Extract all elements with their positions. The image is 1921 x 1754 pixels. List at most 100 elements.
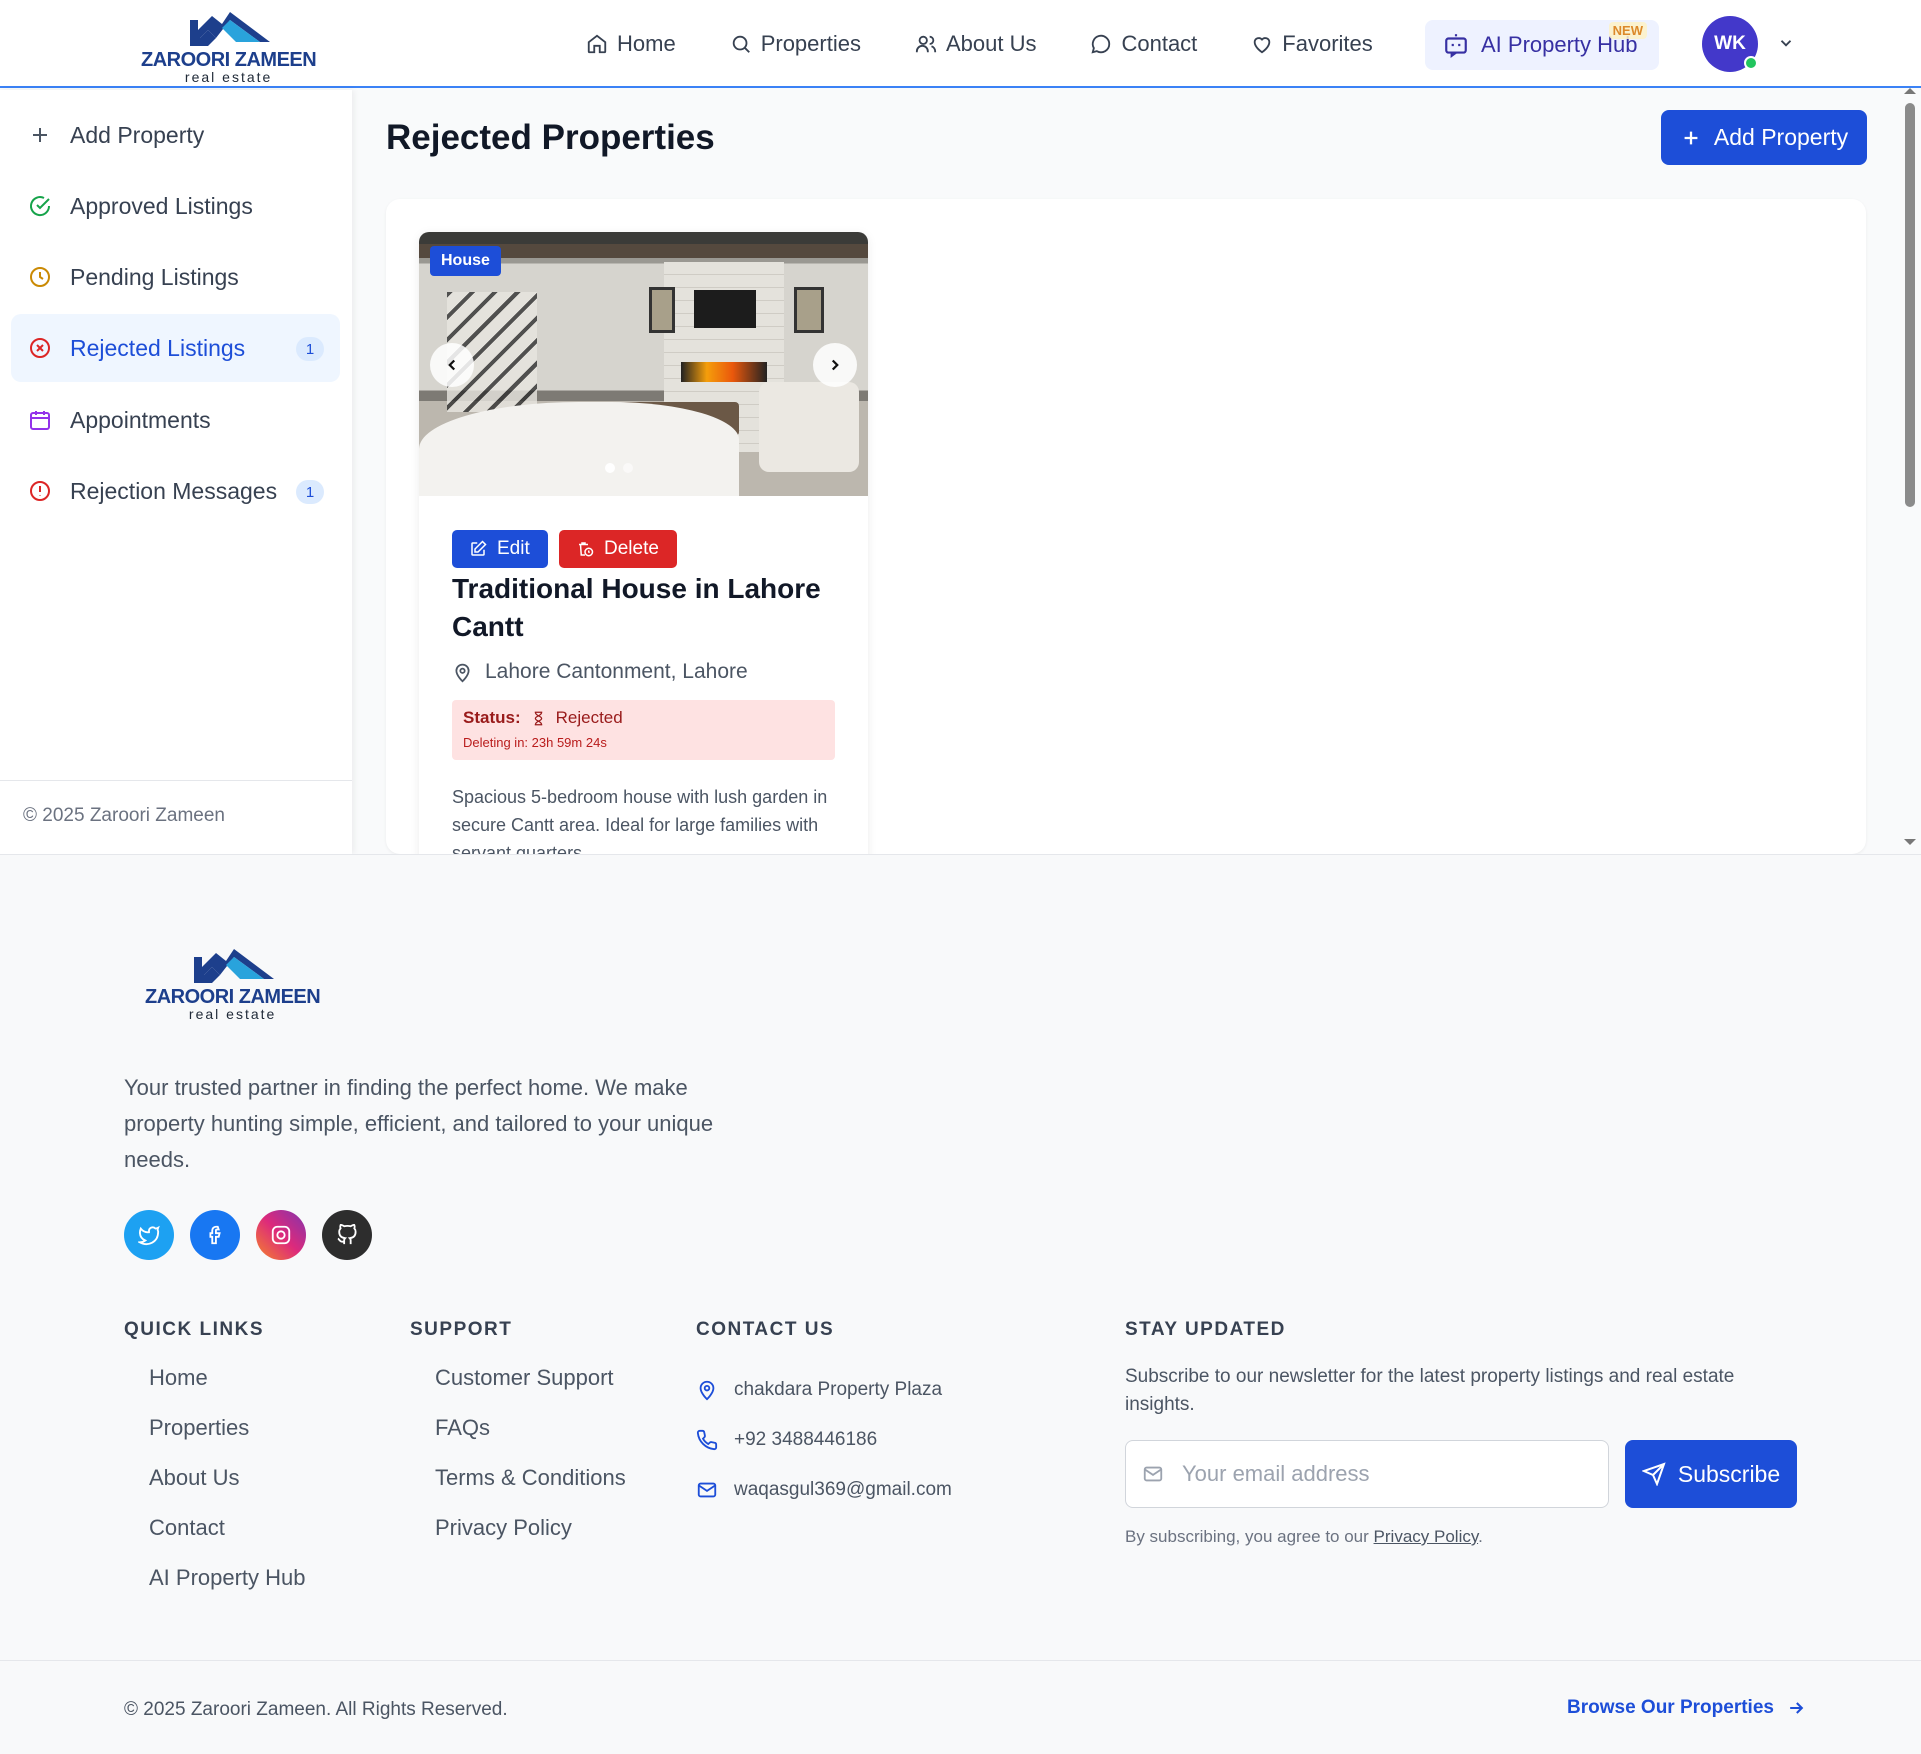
clock-icon	[30, 267, 50, 287]
support-links-list: Customer Support FAQs Terms & Conditions…	[435, 1365, 626, 1565]
footer-link-properties[interactable]: Properties	[149, 1415, 306, 1465]
online-indicator	[1744, 56, 1758, 70]
nav-about-label: About Us	[945, 31, 1037, 56]
carousel-dot[interactable]	[605, 463, 615, 473]
avatar-initials: WK	[1714, 33, 1746, 54]
footer-tagline: Your trusted partner in finding the perf…	[124, 1075, 714, 1172]
brand-subtitle: real estate	[188, 1006, 277, 1022]
instagram-link[interactable]	[256, 1210, 306, 1260]
carousel-next-button[interactable]	[813, 343, 857, 387]
sidebar-item-rejection-messages[interactable]: Rejection Messages 1	[11, 457, 340, 525]
status-value: Rejected	[555, 708, 623, 727]
newsletter-description: Subscribe to our newsletter for the late…	[1125, 1366, 1735, 1415]
alert-circle-icon	[30, 481, 50, 501]
phone-icon	[696, 1429, 718, 1451]
newsletter-email-field[interactable]	[1125, 1440, 1609, 1508]
facebook-icon	[209, 1225, 221, 1245]
scroll-down-arrow[interactable]	[1904, 839, 1916, 845]
add-property-label: Add Property	[1713, 124, 1849, 150]
footer-link-ai-hub[interactable]: AI Property Hub	[149, 1565, 306, 1615]
sidebar-item-label: Pending Listings	[70, 263, 239, 290]
sidebar-item-approved[interactable]: Approved Listings	[11, 172, 340, 240]
nav-properties-label: Properties	[760, 31, 861, 56]
top-navbar: ZAROORI ZAMEEN real estate Home Properti…	[0, 0, 1921, 88]
card-actions: Edit Delete	[452, 530, 677, 568]
property-card[interactable]: House Edit Delete Traditional House in L…	[419, 232, 868, 872]
footer-link-customer-support[interactable]: Customer Support	[435, 1365, 626, 1415]
house-logo-icon	[189, 12, 270, 46]
nav-properties[interactable]: Properties	[730, 31, 861, 57]
edit-button[interactable]: Edit	[452, 530, 548, 568]
add-property-button[interactable]: Add Property	[1661, 110, 1867, 165]
footer-copyright: © 2025 Zaroori Zameen. All Rights Reserv…	[124, 1699, 508, 1720]
privacy-policy-link[interactable]: Privacy Policy	[1374, 1527, 1479, 1546]
footer-logo[interactable]: ZAROORI ZAMEEN real estate	[145, 945, 321, 1022]
footer-link-faqs[interactable]: FAQs	[435, 1415, 626, 1465]
footer-link-home[interactable]: Home	[149, 1365, 306, 1415]
sidebar-item-label: Appointments	[70, 406, 211, 433]
sidebar-item-label: Rejection Messages	[70, 477, 278, 504]
stay-updated-heading: STAY UPDATED	[1125, 1319, 1286, 1340]
message-icon	[1091, 34, 1111, 54]
scrollbar-thumb[interactable]	[1905, 103, 1915, 507]
github-icon	[337, 1224, 357, 1245]
dashboard-sidebar: Add Property Approved Listings Pending L…	[0, 90, 352, 854]
contact-phone[interactable]: +92 3488446186	[696, 1415, 952, 1465]
nav-about[interactable]: About Us	[915, 31, 1037, 57]
mail-icon	[1143, 1466, 1163, 1482]
home-icon	[587, 34, 607, 54]
subscribe-button[interactable]: Subscribe	[1625, 1440, 1797, 1508]
sidebar-item-rejected[interactable]: Rejected Listings 1	[11, 314, 340, 382]
property-location: Lahore Cantonment, Lahore	[452, 660, 748, 684]
plus-icon	[33, 128, 47, 142]
quick-links-heading: QUICK LINKS	[124, 1319, 264, 1340]
facebook-link[interactable]	[190, 1210, 240, 1260]
check-circle-icon	[30, 196, 51, 217]
ai-property-hub-button[interactable]: AI Property Hub NEW	[1425, 20, 1659, 70]
page-title: Rejected Properties	[386, 118, 715, 157]
twitter-link[interactable]	[124, 1210, 174, 1260]
sidebar-copyright: © 2025 Zaroori Zameen	[0, 780, 352, 827]
phone-text: +92 3488446186	[734, 1429, 878, 1450]
newsletter-email-input[interactable]	[1182, 1461, 1582, 1487]
footer-link-about[interactable]: About Us	[149, 1465, 306, 1515]
footer-link-terms[interactable]: Terms & Conditions	[435, 1465, 626, 1515]
property-photo: House	[419, 232, 868, 496]
browse-properties-link[interactable]: Browse Our Properties	[1567, 1697, 1806, 1719]
brand-logo[interactable]: ZAROORI ZAMEEN real estate	[141, 8, 317, 85]
nav-home[interactable]: Home	[586, 31, 676, 57]
sidebar-item-pending[interactable]: Pending Listings	[11, 243, 340, 311]
edit-label: Edit	[497, 538, 530, 559]
sidebar-item-appointments[interactable]: Appointments	[11, 386, 340, 454]
carousel-prev-button[interactable]	[430, 343, 474, 387]
delete-button[interactable]: Delete	[559, 530, 677, 568]
brand-subtitle: real estate	[184, 69, 273, 85]
status-box: Status: Rejected Deleting in: 23h 59m 24…	[452, 700, 835, 760]
count-badge: 1	[296, 480, 324, 504]
delete-label: Delete	[604, 538, 659, 559]
carousel-dots	[605, 463, 633, 473]
quick-links-list: Home Properties About Us Contact AI Prop…	[149, 1365, 306, 1615]
chevron-down-icon[interactable]	[1777, 34, 1795, 52]
scroll-up-arrow[interactable]	[1904, 88, 1916, 94]
carousel-dot[interactable]	[623, 463, 633, 473]
status-label: Status:	[463, 708, 521, 727]
subscribe-agreement: By subscribing, you agree to our Privacy…	[1125, 1527, 1483, 1547]
bot-icon	[1445, 34, 1467, 58]
browse-label: Browse Our Properties	[1567, 1697, 1774, 1718]
sidebar-item-add-property[interactable]: Add Property	[11, 101, 340, 169]
brand-name: ZAROORI ZAMEEN	[145, 986, 321, 1008]
x-circle-icon	[30, 338, 50, 358]
social-links	[124, 1210, 372, 1260]
nav-contact[interactable]: Contact	[1090, 31, 1197, 57]
email-text: waqasgul369@gmail.com	[734, 1479, 952, 1500]
support-heading: SUPPORT	[410, 1319, 513, 1340]
github-link[interactable]	[322, 1210, 372, 1260]
user-avatar[interactable]: WK	[1702, 16, 1758, 72]
footer-divider	[0, 1660, 1921, 1661]
subscribe-label: Subscribe	[1677, 1460, 1781, 1487]
nav-favorites[interactable]: Favorites	[1251, 31, 1373, 57]
footer-link-contact[interactable]: Contact	[149, 1515, 306, 1565]
contact-email[interactable]: waqasgul369@gmail.com	[696, 1465, 952, 1515]
footer-link-privacy[interactable]: Privacy Policy	[435, 1515, 626, 1565]
